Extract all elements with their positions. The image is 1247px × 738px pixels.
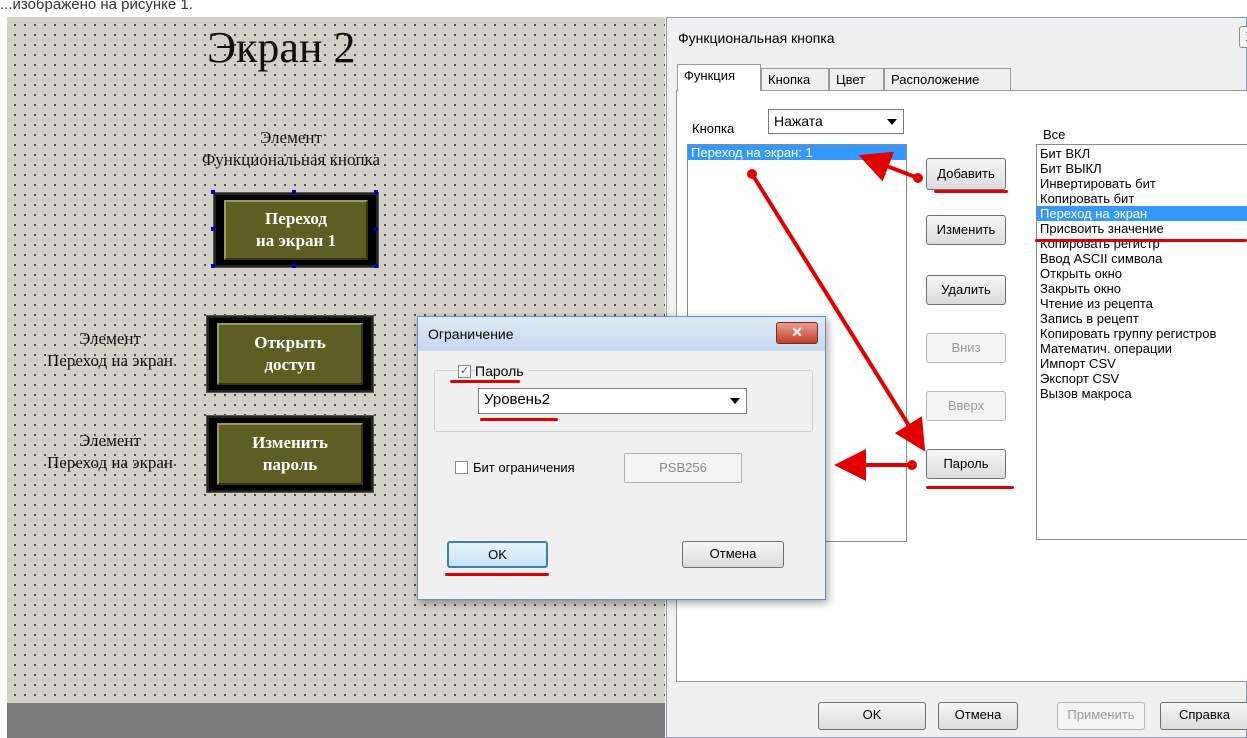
arrow-start-dot <box>913 173 923 183</box>
arrow-start-dot <box>907 460 917 470</box>
annotation-arrows <box>747 151 926 481</box>
arrow-list-to-password <box>750 172 926 452</box>
arrow-start-dot <box>747 169 757 179</box>
arrow-add-to-list <box>858 151 920 182</box>
tab-function[interactable]: Функция <box>677 64 761 91</box>
